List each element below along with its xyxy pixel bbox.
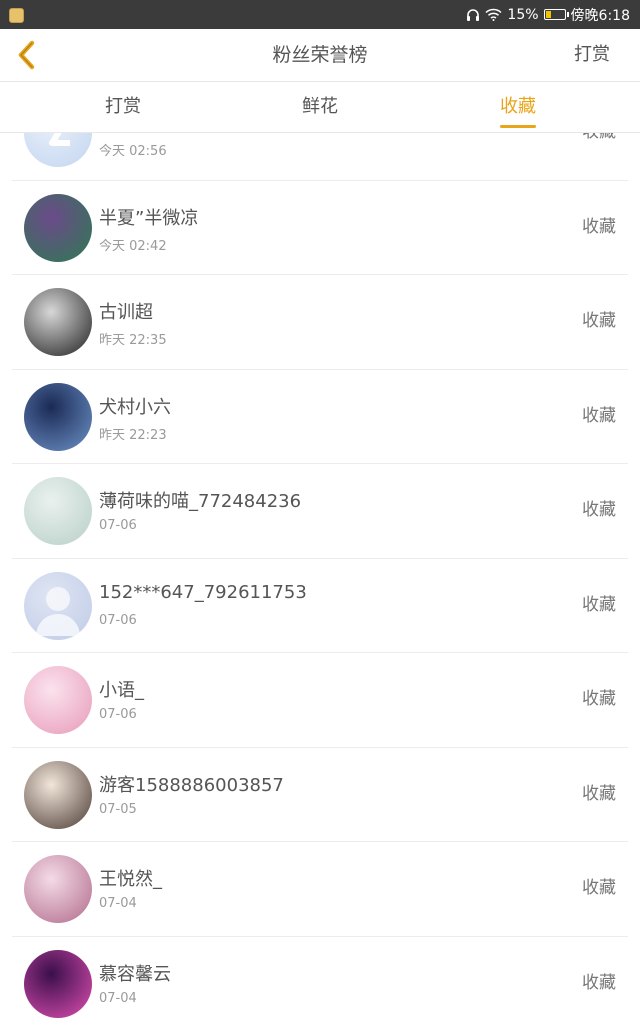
list-item[interactable]: 慕容馨云 07-04 收藏 xyxy=(12,937,628,1024)
favorite-label: 收藏 xyxy=(582,783,616,804)
fan-name: 薄荷味的喵_772484236 xyxy=(99,491,302,512)
status-indicators: 15% 傍晚6:18 xyxy=(466,0,630,29)
grayscale-portrait-avatar[interactable] xyxy=(24,288,92,356)
battery-icon xyxy=(543,9,569,20)
page-title: 粉丝荣誉榜 xyxy=(272,44,368,66)
list-item[interactable]: 犬村小六昨天 22:23 收藏 xyxy=(12,370,628,464)
cafe-scene-avatar[interactable] xyxy=(24,760,92,829)
status-bar: 15% 傍晚6:18 xyxy=(0,0,640,29)
favorite-label: 收藏 xyxy=(582,500,616,520)
list-item[interactable]: 小语_ 07-06 收藏 xyxy=(12,653,628,748)
title-bar: 粉丝荣誉榜 打赏 xyxy=(0,29,640,82)
magenta-fantasy-avatar[interactable] xyxy=(24,949,92,1018)
tab-favorites[interactable]: 收藏 xyxy=(500,82,536,132)
fan-name: 夏日、Secret xyxy=(99,133,211,135)
tab-bar: 打赏 鲜花 收藏 xyxy=(0,82,640,133)
fan-name: 游客1588886003857 xyxy=(99,774,284,796)
pink-anime-girl-avatar[interactable] xyxy=(24,855,92,923)
fan-name: 慕容馨云 xyxy=(99,963,171,985)
wifi-icon xyxy=(485,8,502,21)
fan-name: 小语_ xyxy=(99,680,144,701)
fan-list[interactable]: 夏日、Secret今天 02:56收藏半夏”半微凉今天 02:42收藏古训超昨天… xyxy=(0,133,640,1024)
fan-time: 今天 02:56 xyxy=(99,144,167,159)
fan-name: 王悦然_ xyxy=(99,869,162,890)
anime-girl-avatar[interactable] xyxy=(24,193,92,262)
favorite-label: 收藏 xyxy=(582,311,616,331)
tab-flowers[interactable]: 鲜花 xyxy=(302,82,338,132)
fan-name: 犬村小六 xyxy=(99,396,171,418)
reward-button[interactable]: 打赏 xyxy=(574,29,610,81)
list-item[interactable]: 王悦然_ 07-04 收藏 xyxy=(12,842,628,937)
list-item[interactable]: 夏日、Secret 今天 02:56 收藏 xyxy=(12,133,628,181)
favorite-label: 收藏 xyxy=(582,133,616,179)
fan-time: 今天 02:42 xyxy=(99,238,167,254)
favorite-label: 收藏 xyxy=(582,878,616,898)
fan-time: 昨天 22:35 xyxy=(99,333,167,348)
default-person-avatar[interactable] xyxy=(24,571,92,640)
pink-dress-girl-avatar[interactable] xyxy=(24,666,92,734)
headphones-icon xyxy=(467,8,480,21)
list-item[interactable]: 半夏”半微凉今天 02:42 收藏 xyxy=(12,181,628,275)
fan-name: 古训超 xyxy=(99,302,153,323)
status-time: 傍晚6:18 xyxy=(570,7,630,24)
favorite-label: 收藏 xyxy=(582,689,616,709)
fan-time: 07-04 xyxy=(99,896,137,911)
list-item[interactable]: 152***647_792611753 07-06 收藏 xyxy=(12,559,628,653)
fan-name: 半夏”半微凉 xyxy=(99,207,199,229)
dark-blue-anime-avatar[interactable] xyxy=(24,382,92,451)
default-qq-avatar[interactable] xyxy=(24,133,92,167)
app-notification-icon xyxy=(9,8,24,23)
pale-girl-avatar[interactable] xyxy=(24,477,92,545)
fan-time: 07-05 xyxy=(99,801,137,817)
battery-percent: 15% xyxy=(507,6,539,23)
favorite-label: 收藏 xyxy=(582,594,616,615)
tab-reward[interactable]: 打赏 xyxy=(105,82,141,132)
fan-name: 152***647_792611753 xyxy=(99,581,307,603)
list-item[interactable]: 古训超昨天 22:35 收藏 xyxy=(12,275,628,370)
fan-time: 07-04 xyxy=(99,990,137,1006)
favorite-label: 收藏 xyxy=(582,405,616,426)
fan-time: 昨天 22:23 xyxy=(99,427,167,443)
favorite-label: 收藏 xyxy=(582,972,616,993)
list-item[interactable]: 游客1588886003857 07-05 收藏 xyxy=(12,748,628,842)
fan-time: 07-06 xyxy=(99,612,137,628)
favorite-label: 收藏 xyxy=(582,216,616,237)
list-item[interactable]: 薄荷味的喵_772484236 07-06 收藏 xyxy=(12,464,628,559)
fan-time: 07-06 xyxy=(99,707,137,722)
fan-time: 07-06 xyxy=(99,518,137,533)
